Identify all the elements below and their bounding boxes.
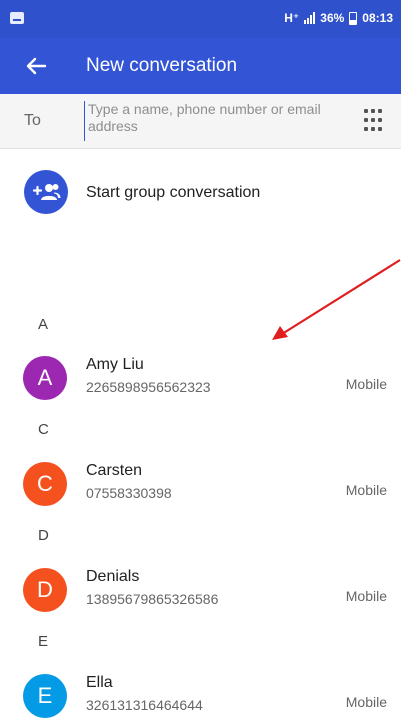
contact-row[interactable]: D Denials 13895679865326586 Mobile bbox=[0, 564, 401, 620]
group-conversation-label: Start group conversation bbox=[86, 184, 261, 201]
contact-avatar: D bbox=[23, 568, 67, 612]
group-add-icon bbox=[24, 170, 68, 214]
recipient-row: To bbox=[0, 94, 401, 149]
contact-avatar: E bbox=[23, 674, 67, 718]
back-button[interactable] bbox=[20, 50, 52, 82]
dialpad-button[interactable] bbox=[364, 109, 384, 133]
contact-name: Carsten bbox=[86, 462, 143, 479]
network-type: H⁺ bbox=[284, 11, 300, 25]
start-group-conversation[interactable]: Start group conversation bbox=[0, 166, 401, 220]
contact-avatar: A bbox=[23, 356, 67, 400]
contact-number-type: Mobile bbox=[345, 588, 387, 604]
contact-avatar: C bbox=[23, 462, 67, 506]
recipient-input[interactable] bbox=[84, 101, 350, 141]
contact-number: 2265898956562323 bbox=[86, 379, 211, 395]
section-header-a: A bbox=[38, 316, 49, 333]
contact-row[interactable]: C Carsten 07558330398 Mobile bbox=[0, 458, 401, 514]
section-header-c: C bbox=[38, 421, 49, 438]
section-header-d: D bbox=[38, 527, 49, 544]
app-bar: New conversation bbox=[0, 38, 401, 94]
contact-number: 326131316464644 bbox=[86, 697, 203, 713]
contact-number: 07558330398 bbox=[86, 485, 172, 501]
contact-number-type: Mobile bbox=[345, 482, 387, 498]
contact-name: Denials bbox=[86, 568, 140, 585]
contact-number-type: Mobile bbox=[345, 694, 387, 710]
contact-name: Ella bbox=[86, 674, 113, 691]
contact-row[interactable]: A Amy Liu 2265898956562323 Mobile bbox=[0, 352, 401, 408]
signal-icon bbox=[304, 12, 316, 24]
battery-percent: 36% bbox=[320, 11, 345, 25]
notification-icon bbox=[10, 12, 24, 24]
section-header-e: E bbox=[38, 633, 49, 650]
annotation-arrow-icon bbox=[272, 259, 401, 340]
contact-name: Amy Liu bbox=[86, 356, 144, 373]
to-label: To bbox=[24, 112, 41, 129]
battery-icon bbox=[349, 11, 358, 25]
arrow-left-icon bbox=[26, 57, 47, 75]
contact-row[interactable]: E Ella 326131316464644 Mobile bbox=[0, 670, 401, 726]
contact-number-type: Mobile bbox=[345, 376, 387, 392]
contact-number: 13895679865326586 bbox=[86, 591, 219, 607]
clock: 08:13 bbox=[362, 11, 393, 25]
status-indicators: H⁺ 36% 08:13 bbox=[284, 11, 393, 25]
page-title: New conversation bbox=[86, 55, 238, 76]
status-bar: H⁺ 36% 08:13 bbox=[0, 0, 401, 38]
